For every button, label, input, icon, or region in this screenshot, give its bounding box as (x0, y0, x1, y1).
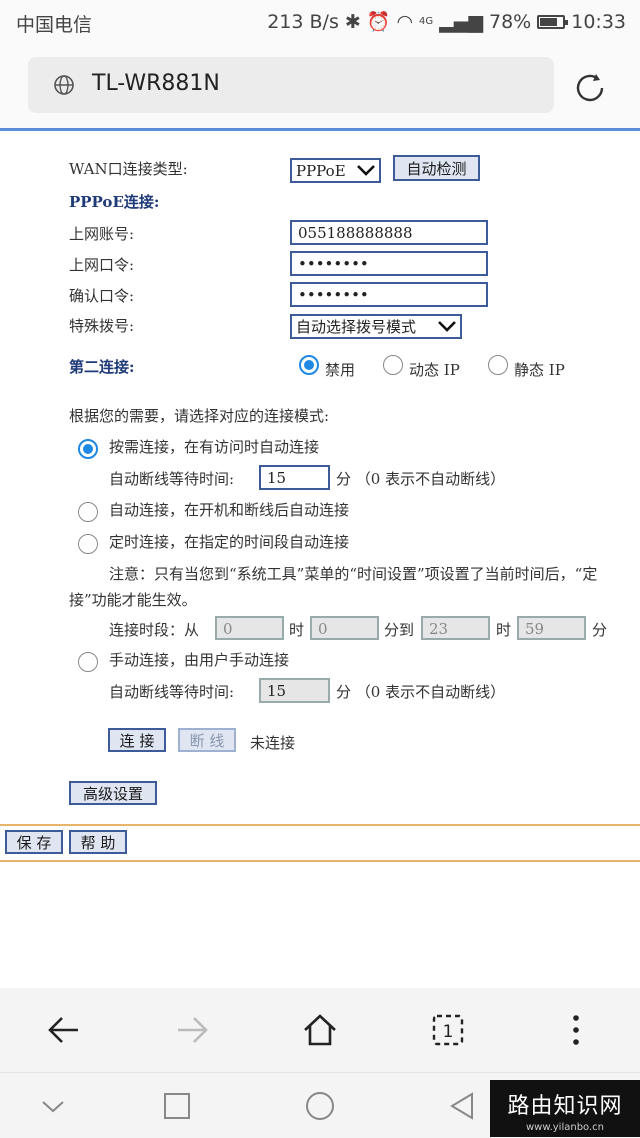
idle-time-label: 自动断线等待时间: (109, 470, 235, 488)
status-icons: 213 B/s ✱ ⏰ ◠ 4G ▂▄▆ 78% 10:33 (267, 10, 626, 34)
second-dynamic-ip-radio[interactable] (383, 355, 403, 375)
idle-time-2-label: 自动断线等待时间: (109, 683, 235, 701)
confirm-password-label: 确认口令: (69, 287, 135, 305)
idle-time-unit: 分 （0 表示不自动断线） (336, 470, 506, 488)
watermark-site: www.yilanbo.cn (525, 1122, 605, 1133)
auto-connect-label: 自动连接，在开机和断线后自动连接 (109, 501, 350, 519)
mode-prompt: 根据您的需要，请选择对应的连接模式: (69, 407, 330, 425)
to-hour-input[interactable]: 23 (421, 616, 490, 640)
on-demand-radio[interactable] (78, 439, 98, 459)
second-static-ip-radio[interactable] (488, 355, 508, 375)
from-hour-input[interactable]: 0 (215, 616, 284, 640)
battery-icon (537, 14, 569, 29)
wan-type-label: WAN口连接类型: (69, 160, 188, 178)
from-hour-unit: 时 (289, 621, 305, 639)
network-speed: 213 B/s (267, 10, 339, 33)
idle-time-2-unit: 分 （0 表示不自动断线） (336, 683, 506, 701)
globe-icon (54, 75, 74, 95)
on-demand-label: 按需连接，在有访问时自动连接 (109, 438, 320, 456)
connection-status: 未连接 (250, 734, 296, 752)
to-minute-input[interactable]: 59 (517, 616, 586, 640)
to-label: 分到 (384, 621, 415, 639)
divider-bottom (0, 860, 640, 862)
disconnect-button[interactable]: 断 线 (178, 728, 236, 752)
manual-connect-label: 手动连接，由用户手动连接 (109, 651, 290, 669)
browser-nav-bar: 1 (0, 988, 640, 1072)
network-type: 4G (419, 16, 434, 27)
chevron-down-icon (357, 162, 375, 180)
wan-type-value: PPPoE (296, 161, 346, 180)
back-arrow-icon[interactable] (44, 1010, 84, 1050)
account-label: 上网账号: (69, 225, 135, 243)
pppoe-header: PPPoE连接: (69, 193, 160, 211)
home-icon[interactable] (300, 1010, 340, 1050)
router-settings-page: WAN口连接类型: PPPoE 自动检测 PPPoE连接: 上网账号: 0551… (0, 131, 640, 831)
second-disabled-radio[interactable] (299, 355, 319, 375)
home-circle-icon[interactable] (304, 1090, 336, 1122)
confirm-password-input[interactable]: •••••••• (290, 282, 488, 307)
watermark-title: 路由知识网 (507, 1094, 623, 1119)
browser-toolbar: TL-WR881N (0, 44, 640, 128)
svg-text:1: 1 (443, 1022, 454, 1042)
note-line-1: 注意：只有当您到“系统工具”菜单的“时间设置”项设置了当前时间后，“定 (109, 565, 598, 583)
timed-connect-label: 定时连接，在指定的时间段自动连接 (109, 533, 350, 551)
wan-type-select[interactable]: PPPoE (290, 158, 381, 183)
timed-connect-radio[interactable] (78, 534, 98, 554)
second-disabled-label: 禁用 (325, 361, 356, 379)
to-hour-unit: 时 (496, 621, 512, 639)
auto-detect-button[interactable]: 自动检测 (393, 155, 480, 181)
back-triangle-icon[interactable] (446, 1090, 478, 1122)
alarm-icon: ⏰ (366, 11, 391, 33)
more-menu-icon[interactable] (556, 1010, 596, 1050)
idle-time-2-input[interactable]: 15 (259, 678, 330, 703)
url-text: TL-WR881N (92, 71, 220, 96)
connect-button[interactable]: 连 接 (108, 728, 166, 752)
second-connection-label: 第二连接: (69, 358, 135, 376)
dial-mode-select[interactable]: 自动选择拨号模式 (290, 314, 462, 339)
password-label: 上网口令: (69, 256, 135, 274)
auto-connect-radio[interactable] (78, 502, 98, 522)
account-input[interactable]: 055188888888 (290, 220, 488, 245)
watermark: 路由知识网 www.yilanbo.cn (490, 1080, 640, 1137)
reload-icon[interactable] (570, 68, 610, 108)
from-minute-input[interactable]: 0 (310, 616, 379, 640)
divider-top (0, 824, 640, 826)
to-minute-unit: 分 (592, 621, 608, 639)
help-button[interactable]: 帮 助 (69, 830, 127, 854)
period-label: 连接时段：从 (109, 621, 200, 639)
clock: 10:33 (571, 10, 626, 33)
recents-square-icon[interactable] (162, 1091, 192, 1121)
note-line-2: 接”功能才能生效。 (69, 591, 197, 609)
collapse-chevron-icon[interactable] (38, 1091, 68, 1121)
address-bar[interactable]: TL-WR881N (28, 57, 554, 113)
advanced-settings-button[interactable]: 高级设置 (69, 781, 157, 805)
forward-arrow-icon[interactable] (172, 1010, 212, 1050)
save-button[interactable]: 保 存 (5, 830, 63, 854)
idle-time-input[interactable]: 15 (259, 465, 330, 490)
password-input[interactable]: •••••••• (290, 251, 488, 276)
signal-icon: ▂▄▆ (439, 10, 483, 33)
bluetooth-icon: ✱ (344, 10, 361, 33)
battery-percent: 78% (489, 10, 532, 33)
carrier-label: 中国电信 (16, 14, 93, 36)
chevron-down-icon (438, 318, 456, 336)
tabs-icon[interactable]: 1 (428, 1010, 468, 1050)
status-bar: 中国电信 213 B/s ✱ ⏰ ◠ 4G ▂▄▆ 78% 10:33 (0, 0, 640, 44)
dial-mode-label: 特殊拨号: (69, 317, 135, 335)
manual-connect-radio[interactable] (78, 652, 98, 672)
dial-mode-value: 自动选择拨号模式 (296, 318, 417, 336)
second-static-ip-label: 静态 IP (514, 361, 565, 379)
wifi-icon: ◠ (396, 10, 414, 33)
second-dynamic-ip-label: 动态 IP (409, 361, 460, 379)
